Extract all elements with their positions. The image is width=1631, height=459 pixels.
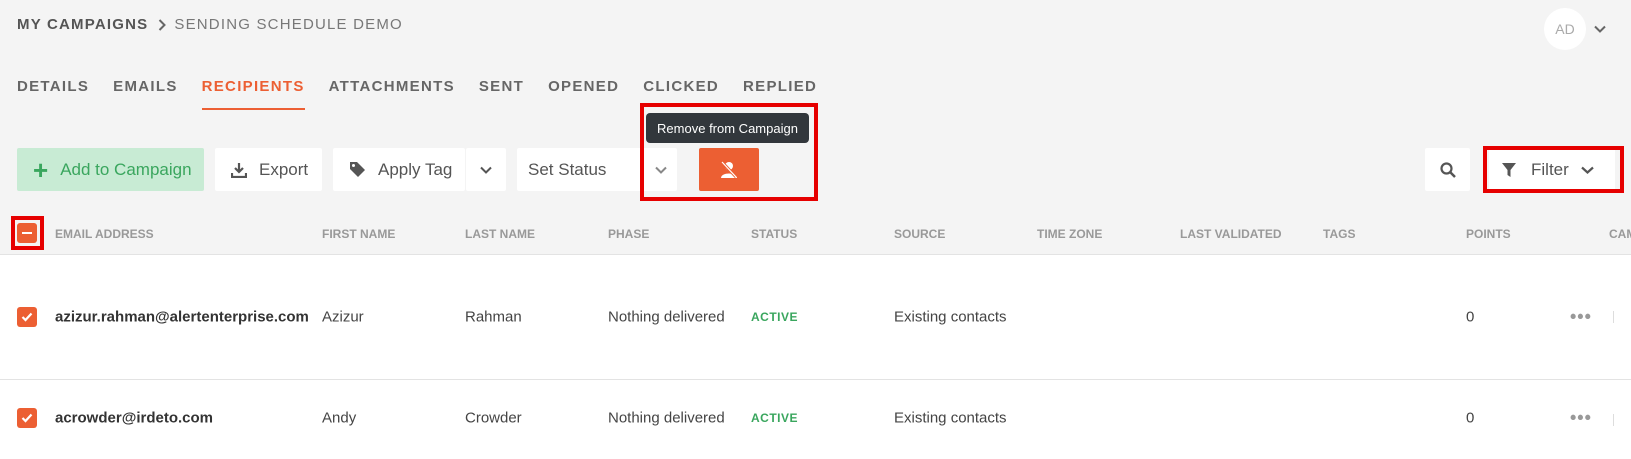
remove-tooltip: Remove from Campaign (646, 113, 809, 143)
download-icon (231, 162, 247, 178)
column-tags[interactable]: TAGS (1323, 227, 1355, 241)
column-points[interactable]: POINTS (1466, 227, 1511, 241)
search-icon (1439, 161, 1456, 178)
tag-icon (350, 162, 365, 177)
apply-tag-button[interactable]: Apply Tag (333, 148, 465, 191)
export-label: Export (259, 159, 309, 179)
export-button[interactable]: Export (215, 148, 322, 191)
campaign-cell (1613, 311, 1614, 323)
avatar[interactable]: AD (1544, 8, 1586, 50)
check-icon (21, 312, 33, 322)
column-time-zone[interactable]: TIME ZONE (1037, 227, 1102, 241)
tab-clicked[interactable]: CLICKED (643, 78, 719, 110)
filter-label: Filter (1531, 159, 1569, 179)
cell-phase: Nothing delivered (608, 308, 725, 326)
apply-tag-dropdown[interactable] (466, 148, 506, 191)
more-icon[interactable]: ••• (1570, 407, 1592, 428)
status-badge: ACTIVE (751, 410, 799, 425)
cell-email[interactable]: azizur.rahman@alertenterprise.com (55, 309, 309, 326)
breadcrumb: MY CAMPAIGNS SENDING SCHEDULE DEMO (17, 16, 403, 33)
column-phase[interactable]: PHASE (608, 227, 649, 241)
cell-last-name: Crowder (465, 409, 522, 427)
chevron-down-icon (480, 166, 492, 174)
cell-source: Existing contacts (894, 308, 1007, 326)
column-last-validated[interactable]: LAST VALIDATED (1180, 227, 1282, 241)
tab-replied[interactable]: REPLIED (743, 78, 817, 110)
column-first-name[interactable]: FIRST NAME (322, 227, 395, 241)
cell-points: 0 (1466, 409, 1475, 427)
cell-email[interactable]: acrowder@irdeto.com (55, 409, 213, 426)
cell-source: Existing contacts (894, 409, 1007, 427)
user-menu[interactable]: AD (1544, 8, 1606, 50)
table-row[interactable]: azizur.rahman@alertenterprise.com Azizur… (0, 255, 1631, 380)
chevron-right-icon (158, 18, 167, 31)
chevron-down-icon (655, 166, 667, 174)
check-icon (21, 413, 33, 423)
campaign-cell (1613, 414, 1614, 426)
add-to-campaign-button[interactable]: + Add to Campaign (17, 148, 204, 191)
chevron-down-icon (1581, 166, 1594, 174)
chevron-down-icon[interactable] (1594, 25, 1606, 33)
cell-phase: Nothing delivered (608, 409, 725, 427)
plus-icon: + (33, 154, 49, 185)
remove-user-icon (720, 160, 738, 178)
row-checkbox[interactable] (17, 407, 37, 428)
row-checkbox[interactable] (17, 307, 37, 327)
more-icon[interactable]: ••• (1570, 307, 1592, 328)
column-status[interactable]: STATUS (751, 227, 797, 241)
tab-emails[interactable]: EMAILS (113, 78, 177, 110)
column-campaign[interactable]: CAM (1609, 227, 1631, 241)
search-button[interactable] (1425, 148, 1470, 191)
campaign-tabs: DETAILS EMAILS RECIPIENTS ATTACHMENTS SE… (17, 78, 841, 110)
column-email-address[interactable]: EMAIL ADDRESS (55, 227, 154, 241)
tab-attachments[interactable]: ATTACHMENTS (329, 78, 455, 110)
table-row[interactable]: acrowder@irdeto.com Andy Crowder Nothing… (0, 380, 1631, 459)
remove-from-campaign-button[interactable] (699, 148, 759, 191)
tab-sent[interactable]: SENT (479, 78, 524, 110)
cell-first-name: Azizur (322, 308, 364, 326)
cell-points: 0 (1466, 308, 1475, 326)
set-status-select[interactable]: Set Status (517, 148, 677, 191)
recipients-table: azizur.rahman@alertenterprise.com Azizur… (0, 254, 1631, 459)
column-source[interactable]: SOURCE (894, 227, 945, 241)
set-status-label: Set Status (528, 159, 607, 179)
breadcrumb-my-campaigns[interactable]: MY CAMPAIGNS (17, 16, 148, 33)
add-to-campaign-label: Add to Campaign (60, 159, 192, 179)
status-badge: ACTIVE (751, 310, 799, 324)
breadcrumb-current: SENDING SCHEDULE DEMO (174, 16, 403, 33)
filter-button[interactable]: Filter (1489, 148, 1615, 191)
cell-last-name: Rahman (465, 308, 522, 326)
apply-tag-label: Apply Tag (378, 159, 453, 179)
tab-opened[interactable]: OPENED (548, 78, 619, 110)
cell-first-name: Andy (322, 409, 357, 427)
select-all-checkbox[interactable] (17, 223, 37, 243)
tab-recipients[interactable]: RECIPIENTS (201, 78, 305, 110)
tab-details[interactable]: DETAILS (17, 78, 89, 110)
column-last-name[interactable]: LAST NAME (465, 227, 535, 241)
filter-icon (1502, 162, 1516, 177)
